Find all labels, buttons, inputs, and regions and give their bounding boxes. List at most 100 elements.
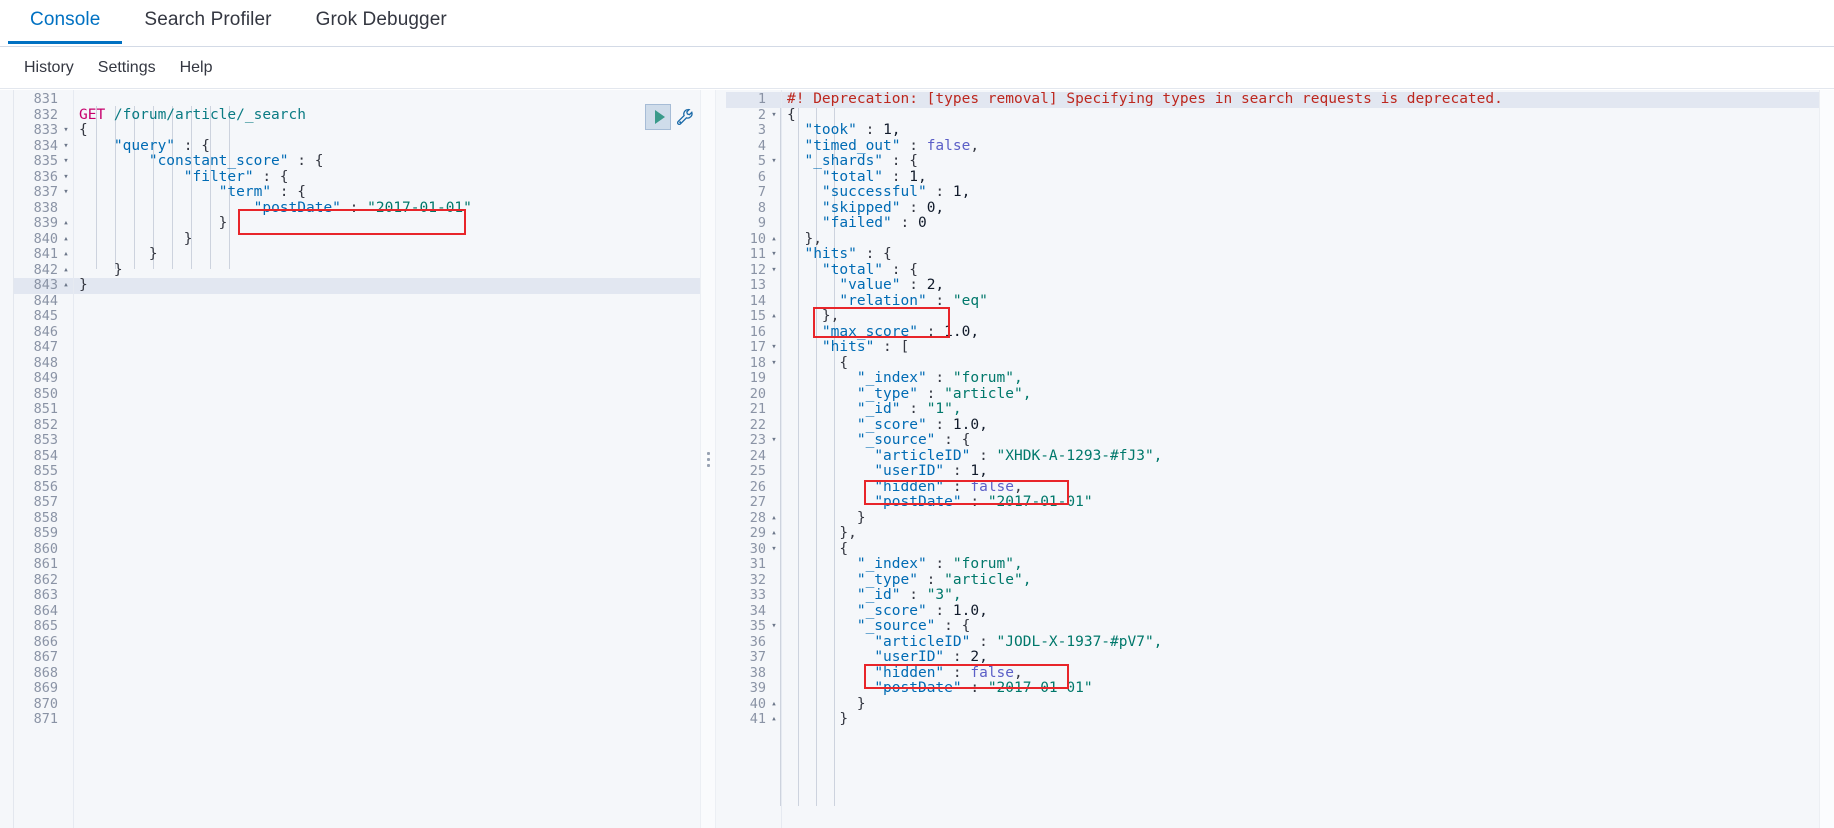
tab-console[interactable]: Console <box>8 0 123 44</box>
editor-line[interactable]: 1 #! Deprecation: [types removal] Specify… <box>726 91 1834 108</box>
editor-line[interactable]: 858 <box>14 510 700 527</box>
editor-line[interactable]: 860 <box>14 541 700 558</box>
editor-line[interactable]: 854 <box>14 448 700 465</box>
editor-line[interactable]: 838 "postDate" : "2017-01-01" <box>14 200 700 217</box>
editor-line[interactable]: 868 <box>14 665 700 682</box>
menu-item-help[interactable]: Help <box>168 55 225 81</box>
editor-line[interactable]: 12 ▾ "total" : { <box>726 262 1834 279</box>
editor-line[interactable]: 29 ▴ }, <box>726 525 1834 542</box>
request-options-button[interactable] <box>673 104 697 130</box>
menu-item-history[interactable]: History <box>12 55 86 81</box>
fold-toggle-icon[interactable]: ▾ <box>768 154 780 170</box>
editor-line[interactable]: 859 <box>14 525 700 542</box>
pane-splitter[interactable] <box>700 90 716 828</box>
editor-line[interactable]: 835 ▾ "constant_score" : { <box>14 153 700 170</box>
editor-line[interactable]: 25 "userID" : 1, <box>726 463 1834 480</box>
editor-line[interactable]: 841 ▴ } <box>14 246 700 263</box>
editor-line[interactable]: 849 <box>14 370 700 387</box>
response-editor-scrollbar[interactable] <box>1823 90 1832 126</box>
tab-search-profiler[interactable]: Search Profiler <box>122 0 293 44</box>
editor-line[interactable]: 14 "relation" : "eq" <box>726 293 1834 310</box>
editor-line[interactable]: 35 ▾ "_source" : { <box>726 618 1834 635</box>
fold-toggle-icon[interactable]: ▴ <box>768 511 780 527</box>
editor-line[interactable]: 846 <box>14 324 700 341</box>
editor-line[interactable]: 839 ▴ } <box>14 215 700 232</box>
editor-line[interactable]: 867 <box>14 649 700 666</box>
editor-line[interactable]: 17 ▾ "hits" : [ <box>726 339 1834 356</box>
editor-line[interactable]: 871 <box>14 711 700 728</box>
editor-line[interactable]: 15 ▴ }, <box>726 308 1834 325</box>
editor-line[interactable]: 840 ▴ } <box>14 231 700 248</box>
fold-toggle-icon[interactable]: ▾ <box>60 185 72 201</box>
editor-line[interactable]: 869 <box>14 680 700 697</box>
editor-line[interactable]: 834 ▾ "query" : { <box>14 138 700 155</box>
editor-line[interactable]: 848 <box>14 355 700 372</box>
fold-toggle-icon[interactable]: ▴ <box>768 526 780 542</box>
fold-toggle-icon[interactable]: ▴ <box>60 263 72 279</box>
editor-line[interactable]: 33 "_id" : "3", <box>726 587 1834 604</box>
editor-line[interactable]: 3 "took" : 1, <box>726 122 1834 139</box>
response-scroll-track[interactable] <box>1820 90 1834 828</box>
editor-line[interactable]: 4 "timed_out" : false, <box>726 138 1834 155</box>
editor-line[interactable]: 16 "max_score" : 1.0, <box>726 324 1834 341</box>
editor-line[interactable]: 19 "_index" : "forum", <box>726 370 1834 387</box>
editor-line[interactable]: 30 ▾ { <box>726 541 1834 558</box>
editor-line[interactable]: 36 "articleID" : "JODL-X-1937-#pV7", <box>726 634 1834 651</box>
fold-toggle-icon[interactable]: ▴ <box>60 278 72 294</box>
menu-item-settings[interactable]: Settings <box>86 55 168 81</box>
editor-line[interactable]: 40 ▴ } <box>726 696 1834 713</box>
fold-toggle-icon[interactable]: ▴ <box>768 309 780 325</box>
fold-toggle-icon[interactable]: ▾ <box>768 340 780 356</box>
editor-line[interactable]: 11 ▾ "hits" : { <box>726 246 1834 263</box>
fold-toggle-icon[interactable]: ▾ <box>768 356 780 372</box>
editor-line[interactable]: 847 <box>14 339 700 356</box>
fold-toggle-icon[interactable]: ▾ <box>768 433 780 449</box>
editor-line[interactable]: 37 "userID" : 2, <box>726 649 1834 666</box>
fold-toggle-icon[interactable]: ▴ <box>60 247 72 263</box>
fold-toggle-icon[interactable]: ▴ <box>768 712 780 728</box>
editor-line[interactable]: 34 "_score" : 1.0, <box>726 603 1834 620</box>
fold-toggle-icon[interactable]: ▾ <box>768 542 780 558</box>
editor-line[interactable]: 10 ▴ }, <box>726 231 1834 248</box>
editor-line[interactable]: 20 "_type" : "article", <box>726 386 1834 403</box>
request-editor[interactable]: 831 832 GET /forum/article/_search 833 ▾{834… <box>14 90 700 828</box>
editor-line[interactable]: 31 "_index" : "forum", <box>726 556 1834 573</box>
editor-line[interactable]: 39 "postDate" : "2017-01-01" <box>726 680 1834 697</box>
editor-line[interactable]: 9 "failed" : 0 <box>726 215 1834 232</box>
editor-line[interactable]: 13 "value" : 2, <box>726 277 1834 294</box>
editor-line[interactable]: 861 <box>14 556 700 573</box>
editor-line[interactable]: 864 <box>14 603 700 620</box>
editor-line[interactable]: 38 "hidden" : false, <box>726 665 1834 682</box>
fold-toggle-icon[interactable]: ▾ <box>60 170 72 186</box>
editor-line[interactable]: 26 "hidden" : false, <box>726 479 1834 496</box>
editor-line[interactable]: 866 <box>14 634 700 651</box>
editor-line[interactable]: 831 <box>14 91 700 108</box>
editor-line[interactable]: 18 ▾ { <box>726 355 1834 372</box>
fold-toggle-icon[interactable]: ▾ <box>768 108 780 124</box>
editor-line[interactable]: 857 <box>14 494 700 511</box>
editor-line[interactable]: 837 ▾ "term" : { <box>14 184 700 201</box>
fold-toggle-icon[interactable]: ▴ <box>60 232 72 248</box>
editor-line[interactable]: 2 ▾ { <box>726 107 1834 124</box>
editor-line[interactable]: 850 <box>14 386 700 403</box>
editor-line[interactable]: 833 ▾ { <box>14 122 700 139</box>
editor-line[interactable]: 24 "articleID" : "XHDK-A-1293-#fJ3", <box>726 448 1834 465</box>
editor-line[interactable]: 8 "skipped" : 0, <box>726 200 1834 217</box>
editor-line[interactable]: 5 ▾ "_shards" : { <box>726 153 1834 170</box>
editor-line[interactable]: 843 ▴} <box>14 277 700 294</box>
editor-line[interactable]: 870 <box>14 696 700 713</box>
editor-line[interactable]: 836 ▾ "filter" : { <box>14 169 700 186</box>
fold-toggle-icon[interactable]: ▾ <box>60 154 72 170</box>
fold-toggle-icon[interactable]: ▾ <box>768 247 780 263</box>
tab-grok-debugger[interactable]: Grok Debugger <box>294 0 469 44</box>
editor-line[interactable]: 32 "_type" : "article", <box>726 572 1834 589</box>
editor-line[interactable]: 856 <box>14 479 700 496</box>
editor-line[interactable]: 22 "_score" : 1.0, <box>726 417 1834 434</box>
editor-line[interactable]: 852 <box>14 417 700 434</box>
fold-toggle-icon[interactable]: ▴ <box>768 232 780 248</box>
editor-line[interactable]: 845 <box>14 308 700 325</box>
editor-line[interactable]: 851 <box>14 401 700 418</box>
editor-line[interactable]: 28 ▴ } <box>726 510 1834 527</box>
editor-line[interactable]: 862 <box>14 572 700 589</box>
editor-line[interactable]: 844 <box>14 293 700 310</box>
